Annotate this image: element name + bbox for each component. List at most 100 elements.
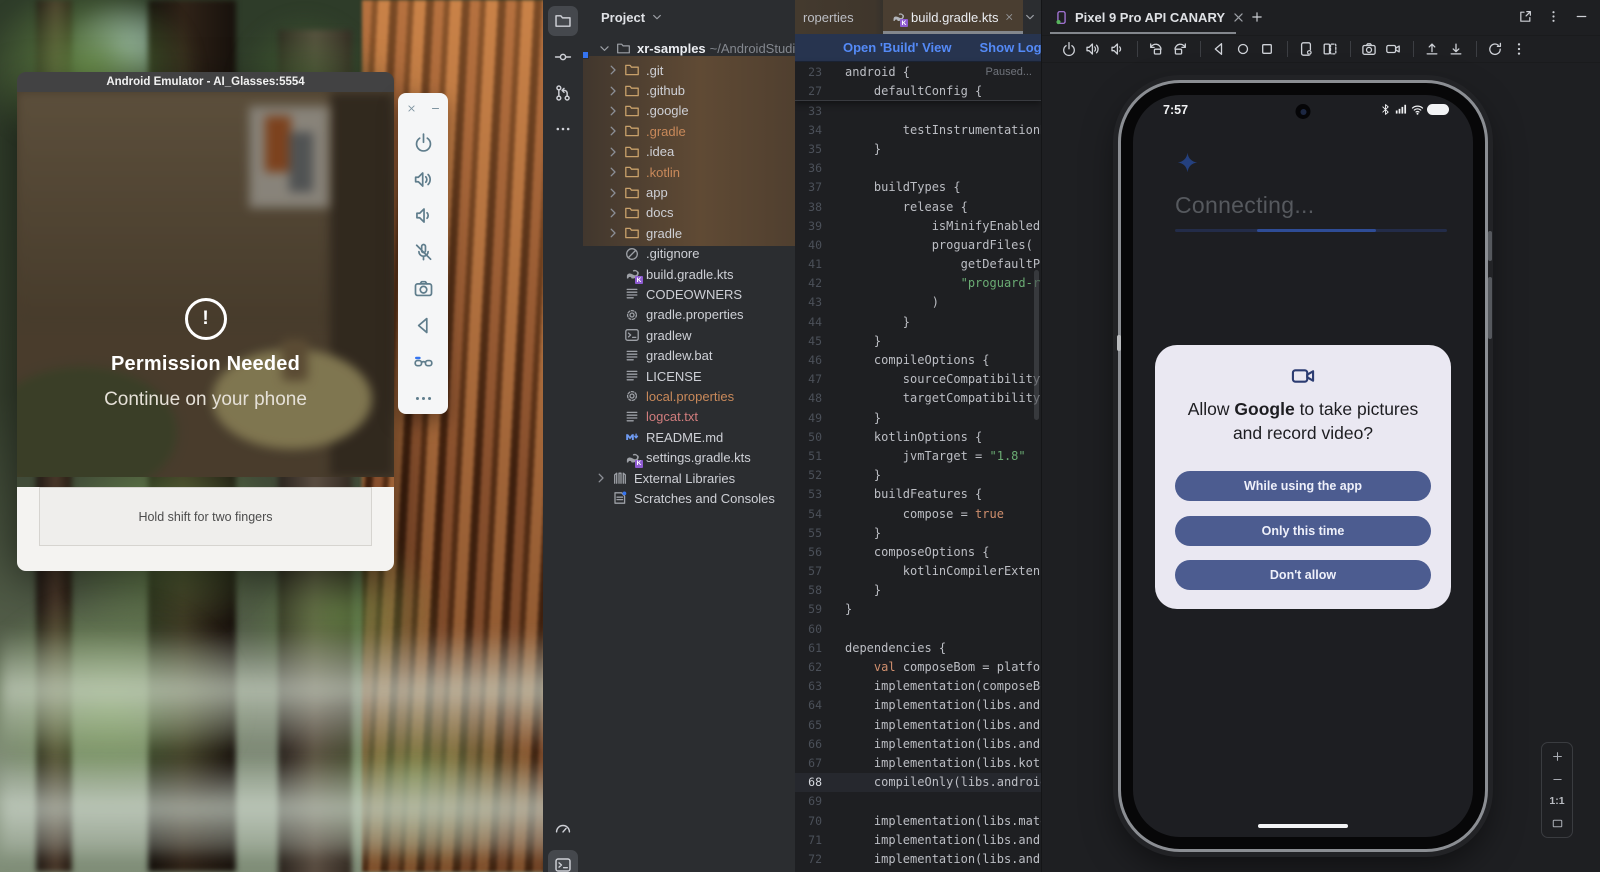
close-tab-icon[interactable] [1231,10,1246,25]
code-line-69[interactable]: 69 [795,792,1041,811]
code-line-53[interactable]: 53 buildFeatures { [795,485,1041,504]
tree-item-gradlew[interactable]: gradlew [583,325,795,345]
screenshot-icon[interactable] [1358,38,1380,60]
code-line-60[interactable]: 60 [795,619,1041,638]
close-tab-icon[interactable] [1004,11,1015,23]
tree-item-.git[interactable]: .git [583,60,795,80]
code-line-65[interactable]: 65 implementation(libs.andr [795,715,1041,734]
tree-item-.github[interactable]: .github [583,80,795,100]
tab-gradle-properties[interactable]: roperties [803,0,854,34]
code-line-56[interactable]: 56 composeOptions { [795,542,1041,561]
tree-item-gradle.properties[interactable]: gradle.properties [583,305,795,325]
perm-button-don-t-allow[interactable]: Don't allow [1175,560,1431,590]
volume-down-icon[interactable] [410,203,436,229]
chevron-right-icon[interactable] [605,205,621,221]
code-line-66[interactable]: 66 implementation(libs.andr [795,734,1041,753]
code-line-37[interactable]: 37 buildTypes { [795,178,1041,197]
chevron-right-icon[interactable] [605,144,621,160]
code-line-47[interactable]: 47 sourceCompatibility [795,370,1041,389]
code-line-50[interactable]: 50 kotlinOptions { [795,427,1041,446]
code-line-51[interactable]: 51 jvmTarget = "1.8" [795,446,1041,465]
phone-screen[interactable]: 7:57 Connecting... Allow Google [1133,95,1473,837]
chevron-right-icon[interactable] [605,103,621,119]
code-line-44[interactable]: 44 } [795,312,1041,331]
fold-icon[interactable] [1319,38,1341,60]
volume-down-icon[interactable] [1106,38,1128,60]
rotate-left-icon[interactable] [1145,38,1167,60]
back-icon[interactable] [410,312,436,338]
zoom-in-icon[interactable] [1551,750,1564,763]
code-line-36[interactable]: 36 [795,159,1041,178]
tree-item-scratches-and-consoles[interactable]: Scratches and Consoles [583,488,795,508]
tab-list-chevron-icon[interactable] [1023,10,1037,24]
code-line-57[interactable]: 57 kotlinCompilerExtens [795,562,1041,581]
code-line-73[interactable]: 73 implementation(libs.andr [795,869,1041,872]
chevron-right-icon[interactable] [605,164,621,180]
chevron-right-icon[interactable] [605,83,621,99]
chevron-right-icon[interactable] [605,62,621,78]
code-line-61[interactable]: 61dependencies { [795,638,1041,657]
zoom-out-icon[interactable] [1551,773,1564,786]
code-line-46[interactable]: 46 compileOptions { [795,350,1041,369]
code-line-43[interactable]: 43 ) [795,293,1041,312]
home-indicator[interactable] [1258,824,1348,829]
tree-item-gradle[interactable]: gradle [583,223,795,243]
tree-item-codeowners[interactable]: CODEOWNERS [583,284,795,304]
back-icon[interactable] [1208,38,1230,60]
zoom-fit-icon[interactable] [1551,817,1564,830]
more-dots-icon[interactable] [410,385,436,411]
code-line-54[interactable]: 54 compose = true [795,504,1041,523]
volume-up-icon[interactable] [1082,38,1104,60]
stripe-button-more-dots[interactable] [548,114,578,144]
tree-item-.google[interactable]: .google [583,101,795,121]
code-line-45[interactable]: 45 } [795,331,1041,350]
chevron-down-icon[interactable] [597,41,612,56]
code-line-52[interactable]: 52 } [795,466,1041,485]
code-line-72[interactable]: 72 implementation(libs.andr [795,849,1041,868]
record-icon[interactable] [1382,38,1404,60]
close-icon[interactable] [406,103,417,114]
device-settings-icon[interactable] [1295,38,1317,60]
code-line-68[interactable]: 68 compileOnly(libs.android [795,773,1041,792]
reset-icon[interactable] [1484,38,1506,60]
tree-item-build.gradle.kts[interactable]: Kbuild.gradle.kts [583,264,795,284]
code-line-49[interactable]: 49 } [795,408,1041,427]
open-in-window-icon[interactable] [1518,9,1533,24]
tab-build-gradle-kts[interactable]: K build.gradle.kts [883,0,1023,34]
code-line-70[interactable]: 70 implementation(libs.mate [795,811,1041,830]
upload-icon[interactable] [1421,38,1443,60]
hide-panel-icon[interactable] [1574,9,1589,24]
tree-item-docs[interactable]: docs [583,203,795,223]
code-line-35[interactable]: 35 } [795,139,1041,158]
chevron-right-icon[interactable] [605,123,621,139]
code-line-33[interactable]: 33 [795,101,1041,120]
stripe-button-terminal[interactable] [548,850,578,872]
overview-icon[interactable] [1256,38,1278,60]
tree-item-readme.md[interactable]: README.md [583,427,795,447]
volume-up-icon[interactable] [410,166,436,192]
code-lines[interactable]: 3334 testInstrumentationRu35 }3637 build… [795,101,1041,872]
code-line-38[interactable]: 38 release { [795,197,1041,216]
code-line-41[interactable]: 41 getDefaultPro [795,255,1041,274]
chevron-right-icon[interactable] [605,225,621,241]
tree-item-app[interactable]: app [583,182,795,202]
code-line-27[interactable]: 27 defaultConfig { [795,81,1041,100]
code-line-40[interactable]: 40 proguardFiles( [795,235,1041,254]
mic-off-icon[interactable] [410,239,436,265]
tree-item-gradlew.bat[interactable]: gradlew.bat [583,345,795,365]
more-kebab-icon[interactable] [1508,38,1530,60]
tree-item-settings.gradle.kts[interactable]: Ksettings.gradle.kts [583,447,795,467]
download-icon[interactable] [1445,38,1467,60]
code-line-58[interactable]: 58 } [795,581,1041,600]
camera-icon[interactable] [410,276,436,302]
add-device-tab-icon[interactable] [1250,10,1264,24]
tree-item-.gitignore[interactable]: .gitignore [583,244,795,264]
code-line-48[interactable]: 48 targetCompatibility [795,389,1041,408]
code-line-42[interactable]: 42 "proguard-ru [795,274,1041,293]
code-line-64[interactable]: 64 implementation(libs.andr [795,696,1041,715]
home-icon[interactable] [1232,38,1254,60]
code-line-55[interactable]: 55 } [795,523,1041,542]
banner-link-show-log-in-finder[interactable]: Show Log in Finder [980,40,1041,55]
code-line-62[interactable]: 62 val composeBom = platfor [795,657,1041,676]
tree-item-logcat.txt[interactable]: logcat.txt [583,407,795,427]
